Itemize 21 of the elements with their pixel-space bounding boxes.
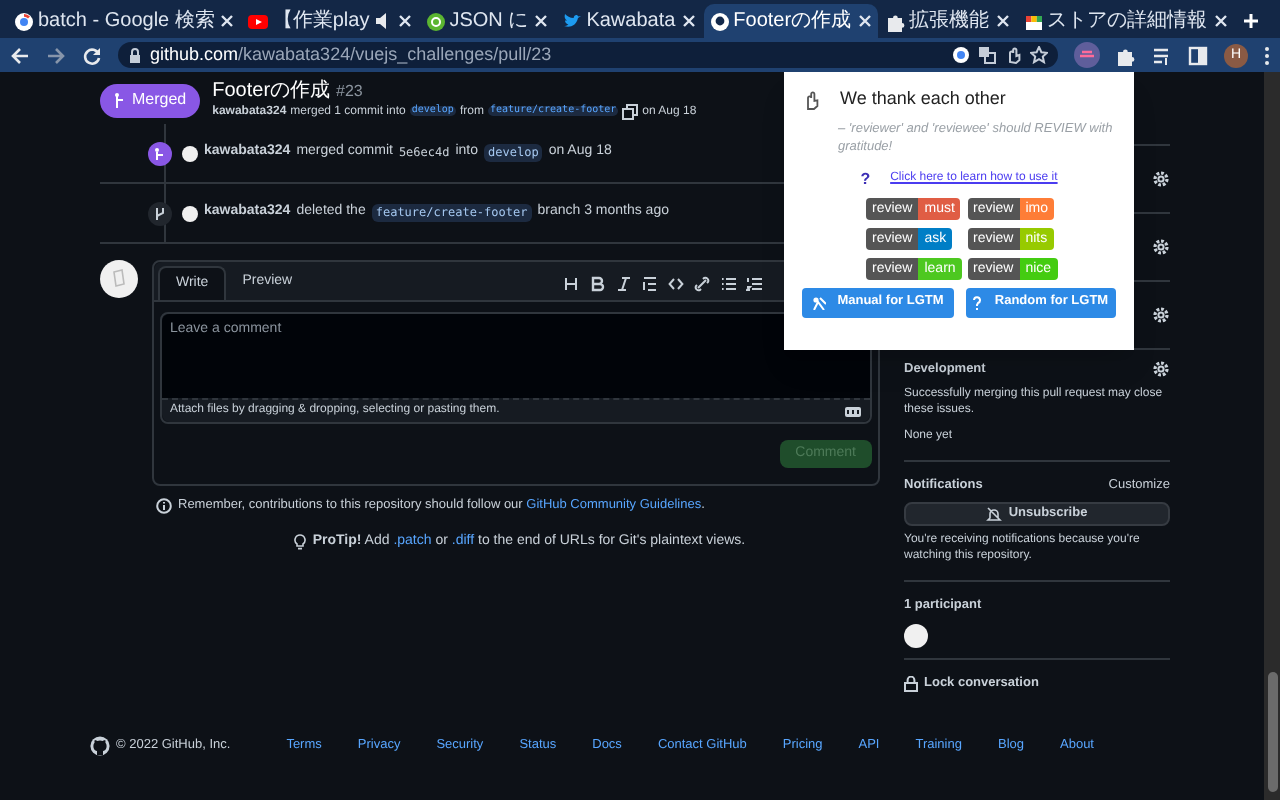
browser-tab[interactable]: batch - Google 検索 xyxy=(8,4,241,38)
browser-tab[interactable]: 【作業play xyxy=(242,4,418,38)
tab-title: ストアの詳細情報 xyxy=(1047,11,1208,31)
browser-tab[interactable]: Kawabata xyxy=(556,4,702,38)
browser-tab[interactable]: ストアの詳細情報 xyxy=(1017,4,1234,38)
browser-tab[interactable]: Footerの作成 xyxy=(703,4,878,38)
address-bar[interactable]: github.com/kawabata324/vuejs_challenges/pull/23 xyxy=(118,42,1058,68)
url-text: github.com/kawabata324/vuejs_challenges/pull/23 xyxy=(150,46,554,64)
browser-tab[interactable]: JSON に xyxy=(419,4,555,38)
pr-title: Footerの作成 xyxy=(212,81,331,101)
popup-title: We thank each other xyxy=(840,86,1006,112)
tab-title: 【作業play xyxy=(272,11,370,31)
tab-title: Kawabata xyxy=(586,11,676,31)
tab-title: batch - Google 検索 xyxy=(38,11,215,31)
tab-title: Footerの作成 xyxy=(733,11,852,31)
help-mark: ? xyxy=(860,167,871,191)
browser-tab[interactable]: 拡張機能 xyxy=(879,4,1016,38)
pr-number: #23 xyxy=(336,83,363,99)
tab-title: 拡張機能 xyxy=(909,11,990,31)
tab-title: JSON に xyxy=(449,11,529,31)
status-badge: Merged xyxy=(100,83,201,117)
